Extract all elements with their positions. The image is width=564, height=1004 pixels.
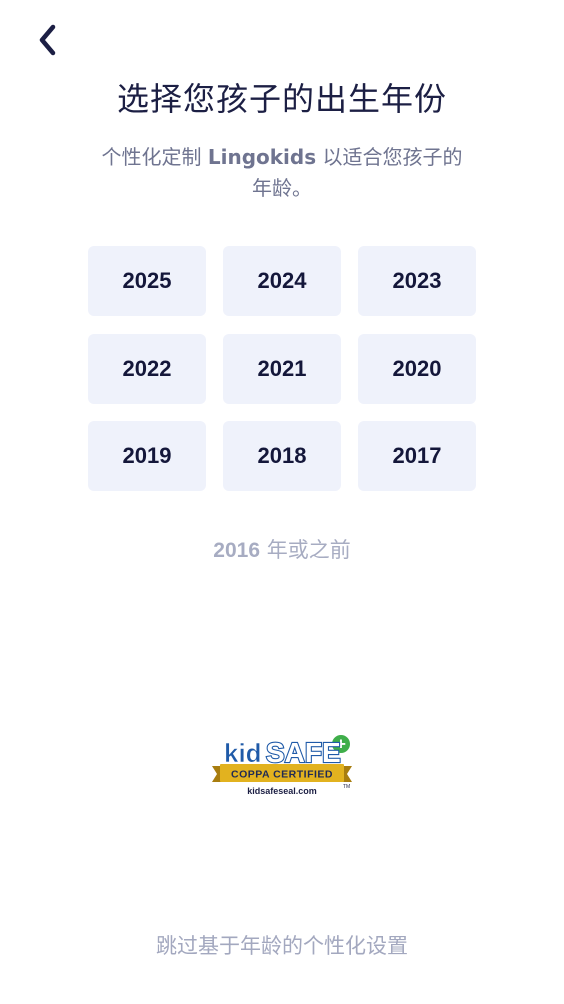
year-button-2019[interactable]: 2019	[88, 421, 206, 491]
year-button-2018[interactable]: 2018	[223, 421, 341, 491]
older-year: 2016	[213, 539, 261, 562]
seal-ribbon-text: COPPA CERTIFIED	[231, 769, 333, 781]
seal-tm: TM	[343, 784, 350, 790]
year-2016-or-earlier-button[interactable]: 2016 年或之前	[0, 534, 564, 564]
subtitle-prefix: 个性化定制	[101, 145, 208, 169]
year-button-2023[interactable]: 2023	[358, 246, 476, 316]
page-subtitle: 个性化定制 Lingokids 以适合您孩子的年龄。	[92, 142, 472, 204]
older-suffix: 年或之前	[260, 538, 351, 562]
year-button-2022[interactable]: 2022	[88, 333, 206, 404]
back-button[interactable]	[28, 20, 68, 60]
seal-safe-text: SAFE	[266, 737, 341, 768]
kidsafe-seal-logo: + kid SAFE COPPA CERTIFIED kidsafeseal.c…	[212, 733, 352, 796]
year-button-2024[interactable]: 2024	[223, 246, 341, 316]
subtitle-brand: Lingokids	[207, 145, 317, 169]
year-button-2025[interactable]: 2025	[88, 246, 206, 316]
year-button-2020[interactable]: 2020	[358, 333, 476, 404]
skip-personalization-link[interactable]: 跳过基于年龄的个性化设置	[0, 930, 564, 960]
seal-url: kidsafeseal.com	[247, 786, 317, 796]
year-grid: 2025 2024 2023 2022 2021 2020 2019 2018 …	[88, 246, 477, 491]
chevron-left-icon	[39, 24, 56, 56]
page-title: 选择您孩子的出生年份	[116, 80, 447, 118]
year-button-2017[interactable]: 2017	[358, 421, 476, 491]
year-button-2021[interactable]: 2021	[223, 333, 341, 404]
seal-kid-text: kid	[224, 738, 262, 768]
